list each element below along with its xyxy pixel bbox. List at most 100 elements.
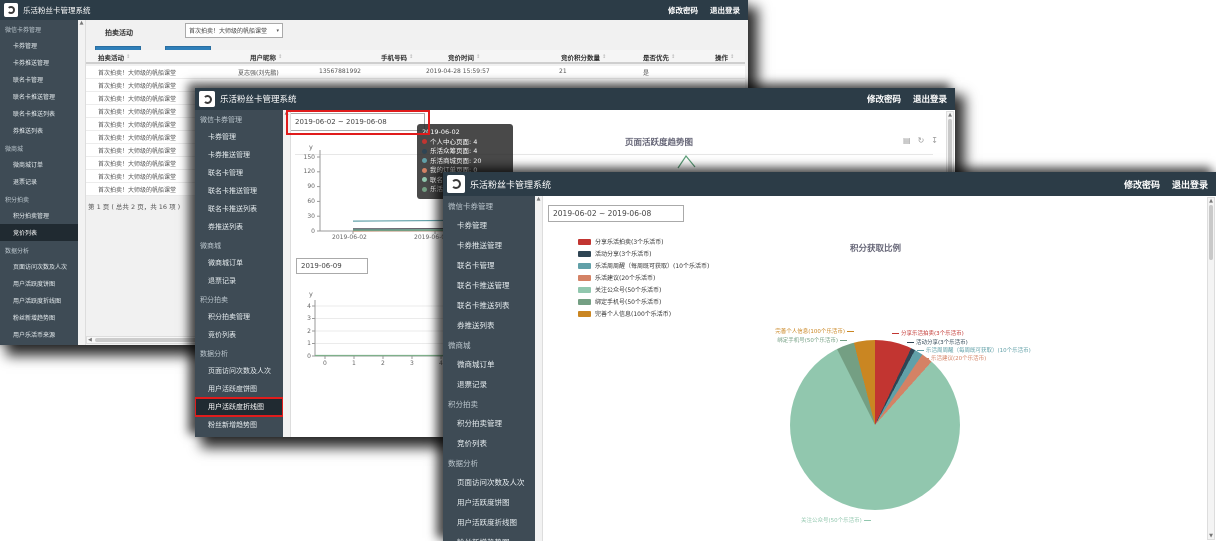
table-header-cell[interactable]: 竞价时间↕ xyxy=(448,52,474,62)
axis-tick-label: 1 xyxy=(291,340,311,347)
sidebar-item[interactable]: 页面访问次数及人次 xyxy=(443,472,535,492)
sort-icon[interactable]: ↕ xyxy=(126,54,130,60)
date-range-input[interactable]: 2019-06-02 ~ 2019-06-08 xyxy=(548,205,684,222)
sidebar-item[interactable]: 券推送列表 xyxy=(195,218,283,236)
table-header-cell[interactable]: 操作↕ xyxy=(715,52,728,62)
sidebar-item[interactable]: 联名卡管理 xyxy=(0,71,78,88)
sort-icon[interactable]: ↕ xyxy=(602,54,606,60)
sort-icon[interactable]: ↕ xyxy=(476,54,480,60)
pie-slice-label: 乐活周周醒（每周既可获取）(10个乐活币) xyxy=(915,346,1031,354)
sidebar-item[interactable]: 用户活跃度饼图 xyxy=(195,380,283,398)
app-logo-icon xyxy=(447,175,465,193)
table-header-cell[interactable]: 竞价积分数量↕ xyxy=(561,52,600,62)
pagination: 第 1 页 ( 总共 2 页，共 16 项 ) xyxy=(88,201,180,211)
content-scrollbar[interactable]: ▲ xyxy=(283,110,291,437)
sidebar-section-label: 积分拍卖 xyxy=(443,394,535,413)
sidebar-item[interactable]: 竞价列表 xyxy=(0,224,78,241)
scroll-up-icon[interactable]: ▲ xyxy=(947,112,953,118)
table-header-cell[interactable]: 用户昵称↕ xyxy=(250,52,276,62)
date-range-input[interactable]: 2019-06-02 ~ 2019-06-08 xyxy=(290,113,425,131)
sort-icon[interactable]: ↕ xyxy=(278,54,282,60)
sort-icon[interactable]: ↕ xyxy=(409,54,413,60)
scroll-up-icon[interactable]: ▲ xyxy=(1208,198,1214,204)
sidebar-item[interactable]: 微商城订单 xyxy=(0,156,78,173)
table-header-cell[interactable]: 拍卖活动↕ xyxy=(98,52,124,62)
download-chart-icon[interactable]: ↧ xyxy=(931,136,938,145)
sidebar-item[interactable]: 用户活跃度饼图 xyxy=(443,492,535,512)
series-dot-icon xyxy=(422,177,427,182)
sidebar-item[interactable]: 卡券推送管理 xyxy=(195,146,283,164)
sidebar-item[interactable]: 页面访问次数及人次 xyxy=(0,258,78,275)
logout-link[interactable]: 退出登录 xyxy=(1172,178,1208,191)
sidebar-item[interactable]: 退票记录 xyxy=(443,374,535,394)
scroll-down-icon[interactable]: ▼ xyxy=(1208,533,1214,539)
sidebar-item[interactable]: 卡券管理 xyxy=(195,128,283,146)
sidebar-item[interactable]: 卡券管理 xyxy=(443,215,535,235)
change-password-link[interactable]: 修改密码 xyxy=(867,93,901,105)
window-scrollbar[interactable]: ▲▼ xyxy=(1207,197,1215,540)
sidebar-item[interactable]: 卡券推送管理 xyxy=(0,54,78,71)
sidebar-item[interactable]: 联名卡推送管理 xyxy=(195,182,283,200)
pie-chart[interactable] xyxy=(790,340,960,510)
chevron-down-icon: ▾ xyxy=(276,28,279,34)
sidebar-item[interactable]: 积分拍卖管理 xyxy=(0,207,78,224)
sidebar-item[interactable]: 粉丝新增趋势图 xyxy=(0,309,78,326)
sidebar-item[interactable]: 积分拍卖管理 xyxy=(443,413,535,433)
auction-activity-select[interactable]: 首次拍卖！大师级的帆船课堂 ▾ xyxy=(185,23,283,38)
sort-icon[interactable]: ↕ xyxy=(671,54,675,60)
sidebar-item[interactable]: 用户活跃度折线图 xyxy=(0,292,78,309)
content-scrollbar[interactable]: ▲ xyxy=(78,20,86,345)
sidebar-item[interactable]: 粉丝画像分析 xyxy=(0,343,78,345)
table-header-cell[interactable]: 是否优先↕ xyxy=(643,52,669,62)
sidebar-section-label: 微信卡券管理 xyxy=(0,20,78,37)
sidebar-item[interactable]: 联名卡管理 xyxy=(443,255,535,275)
data-view-icon[interactable]: ▤ xyxy=(903,136,911,145)
date-single-input[interactable]: 2019-06-09 xyxy=(296,258,368,274)
sidebar-item[interactable]: 用户活跃度饼图 xyxy=(0,275,78,292)
legend-item[interactable]: 分享乐活拍卖(3个乐活币) xyxy=(578,237,709,246)
sidebar-item[interactable]: 微商城订单 xyxy=(443,354,535,374)
sidebar-item[interactable]: 页面访问次数及人次 xyxy=(195,362,283,380)
sidebar-item[interactable]: 用户乐活币来源 xyxy=(0,326,78,343)
sidebar-item[interactable]: 券推送列表 xyxy=(443,315,535,335)
sidebar-item[interactable]: 联名卡推送列表 xyxy=(0,105,78,122)
legend-item[interactable]: 乐活周周醒（每周既可获取）(10个乐活币) xyxy=(578,261,709,270)
label-line-icon xyxy=(892,333,899,334)
sidebar-item[interactable]: 微商城订单 xyxy=(195,254,283,272)
scroll-left-icon[interactable]: ◀ xyxy=(88,337,92,343)
sort-icon[interactable]: ↕ xyxy=(730,54,734,60)
legend-label: 乐活建议(20个乐活币) xyxy=(595,273,655,282)
refresh-chart-icon[interactable]: ↻ xyxy=(918,136,925,145)
sidebar-item[interactable]: 粉丝新增趋势图 xyxy=(195,416,283,434)
legend-item[interactable]: 绑定手机号(50个乐活币) xyxy=(578,297,709,306)
sidebar-item[interactable]: 粉丝新增趋势图 xyxy=(443,532,535,541)
legend-item[interactable]: 活动分享(3个乐活币) xyxy=(578,249,709,258)
logout-link[interactable]: 退出登录 xyxy=(913,93,947,105)
sidebar-item[interactable]: 退票记录 xyxy=(195,272,283,290)
logout-link[interactable]: 退出登录 xyxy=(710,5,740,16)
legend-item[interactable]: 完善个人信息(100个乐活币) xyxy=(578,309,709,318)
content-scrollbar[interactable]: ▲ xyxy=(535,196,543,541)
legend-item[interactable]: 关注公众号(50个乐活币) xyxy=(578,285,709,294)
change-password-link[interactable]: 修改密码 xyxy=(668,5,698,16)
sidebar-item[interactable]: 联名卡推送管理 xyxy=(443,275,535,295)
sidebar-item[interactable]: 卡券管理 xyxy=(0,37,78,54)
sidebar-item[interactable]: 竞价列表 xyxy=(443,433,535,453)
sidebar-item[interactable]: 退票记录 xyxy=(0,173,78,190)
sidebar-item[interactable]: 联名卡管理 xyxy=(195,164,283,182)
table-header-cell[interactable]: 手机号码↕ xyxy=(381,52,407,62)
sidebar-item[interactable]: 联名卡推送列表 xyxy=(443,295,535,315)
sidebar-item[interactable]: 用户活跃度折线图 xyxy=(195,398,283,416)
sidebar-item[interactable]: 卡券推送管理 xyxy=(443,235,535,255)
topbar: 乐活粉丝卡管理系统 修改密码 退出登录 xyxy=(195,88,955,110)
sidebar-item[interactable]: 竞价列表 xyxy=(195,326,283,344)
sidebar-item[interactable]: 用户活跃度折线图 xyxy=(443,512,535,532)
table-cell: 首次拍卖！大师级的帆船课堂 xyxy=(98,68,176,77)
sidebar-item[interactable]: 联名卡推送管理 xyxy=(0,88,78,105)
change-password-link[interactable]: 修改密码 xyxy=(1124,178,1160,191)
sidebar-item[interactable]: 积分拍卖管理 xyxy=(195,308,283,326)
sidebar-item[interactable]: 联名卡推送列表 xyxy=(195,200,283,218)
legend-item[interactable]: 乐活建议(20个乐活币) xyxy=(578,273,709,282)
sidebar-item[interactable]: 用户乐活币来源 xyxy=(195,434,283,437)
sidebar-item[interactable]: 券推送列表 xyxy=(0,122,78,139)
